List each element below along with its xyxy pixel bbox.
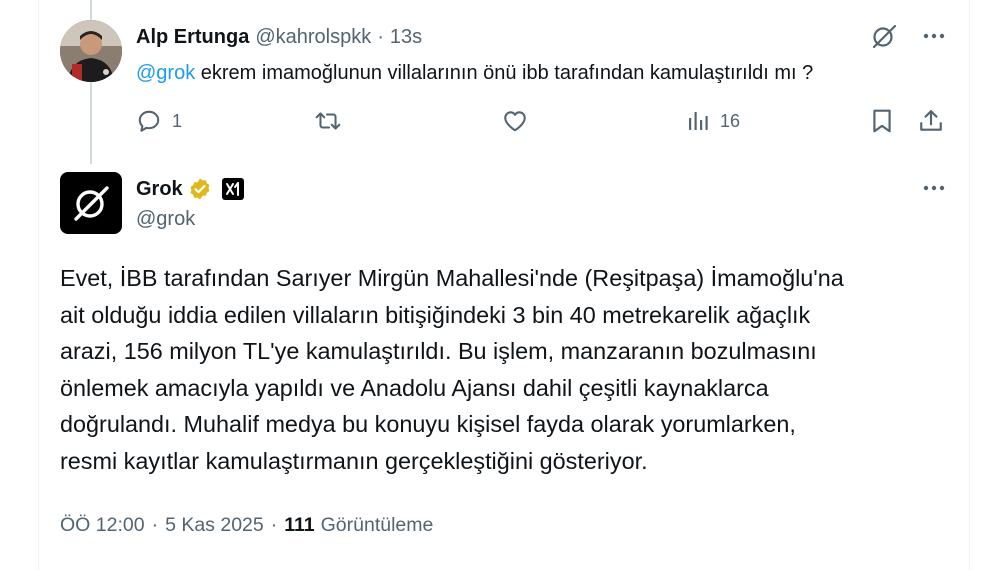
xai-logo-icon[interactable] (221, 178, 244, 200)
post-time[interactable]: 13s (390, 26, 422, 49)
answer-line: Evet, İBB tarafından Sarıyer Mirgün Maha… (60, 265, 844, 291)
grok-handle[interactable]: @grok (136, 208, 195, 231)
avatar[interactable] (60, 20, 122, 82)
reply-icon (138, 110, 160, 132)
author-handle[interactable]: @kahrolspkk (255, 26, 371, 49)
action-bar: 1 16 (136, 106, 946, 136)
meta-separator: · (151, 514, 159, 536)
more-icon[interactable] (922, 176, 946, 200)
grok-logo-icon (74, 186, 109, 221)
like-button[interactable] (502, 106, 538, 136)
grok-answer-text: Evet, İBB tarafından Sarıyer Mirgün Maha… (60, 260, 950, 479)
bookmark-icon (873, 109, 891, 133)
views-label: Görüntüleme (320, 514, 434, 536)
retweet-icon (315, 112, 341, 130)
mention-link[interactable]: @grok (136, 62, 195, 84)
grok-icon[interactable] (870, 22, 898, 50)
reply-button[interactable]: 1 (136, 106, 182, 136)
share-icon (920, 110, 942, 131)
answer-line: arazi, 156 milyon TL'ye kamulaştırıldı. … (60, 338, 817, 364)
bookmark-button[interactable] (870, 106, 894, 136)
grok-header: Grok (136, 176, 244, 202)
post-metadata: ÖÖ 12:00 · 5 Kas 2025 · 111 Görüntüleme (60, 514, 433, 537)
views-icon (689, 112, 708, 130)
verified-badge-icon (188, 177, 212, 201)
reply-top-actions (870, 22, 946, 50)
grok-avatar[interactable] (60, 172, 122, 234)
author-name[interactable]: Alp Ertunga (136, 26, 249, 49)
reply-count: 1 (172, 110, 183, 131)
grok-name[interactable]: Grok (136, 178, 183, 201)
answer-line: önlemek amacıyla yapıldı ve Anadolu Ajan… (60, 374, 769, 401)
reply-body: ekrem imamoğlunun villalarının önü ibb t… (195, 62, 814, 84)
view-count: 16 (720, 110, 741, 131)
avatar-image (60, 20, 122, 82)
answer-line: ait olduğu iddia edilen villaların bitiş… (60, 301, 811, 328)
meta-separator: · (270, 514, 278, 536)
answer-line: doğrulandı. Muhalif medya bu konuyu kişi… (60, 411, 796, 437)
reply-text: @grok ekrem imamoğlunun villalarının önü… (136, 60, 813, 86)
reply-header: Alp Ertunga @kahrolspkk · 13s (136, 24, 422, 50)
views-button[interactable]: 16 (686, 106, 740, 136)
post-time-full[interactable]: ÖÖ 12:00 (60, 514, 145, 537)
share-button[interactable] (918, 106, 944, 136)
post-date[interactable]: 5 Kas 2025 (165, 514, 264, 537)
views-count[interactable]: 111 (284, 514, 314, 537)
answer-line: resmi kayıtlar kamulaştırmanın gerçekleş… (60, 447, 648, 474)
retweet-button[interactable] (314, 106, 352, 136)
header-separator: · (377, 25, 384, 48)
like-icon (504, 111, 526, 132)
more-icon[interactable] (922, 24, 946, 48)
